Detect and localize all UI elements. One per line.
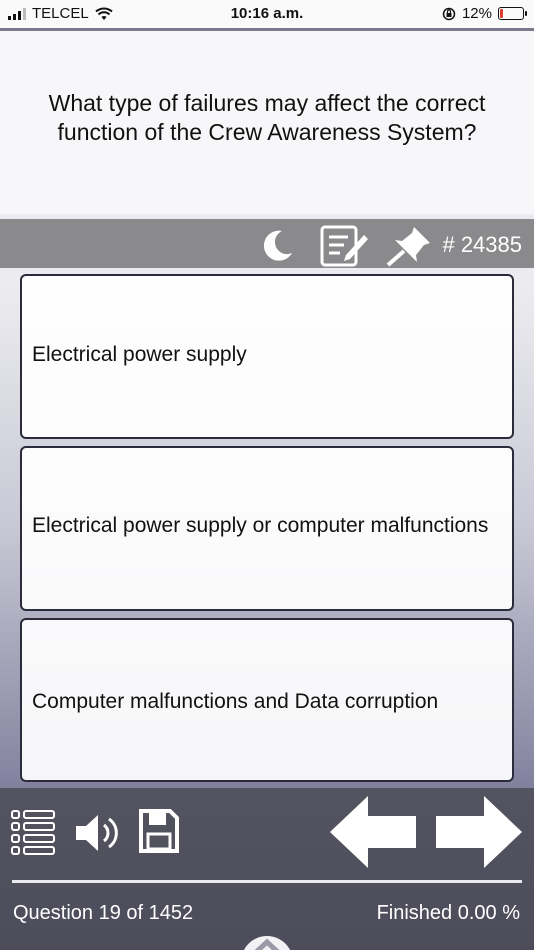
chevron-up-icon[interactable] [238,922,296,950]
bottom-divider [12,880,522,883]
answer-label: Computer malfunctions and Data corruptio… [32,689,439,713]
notes-icon[interactable] [320,225,370,267]
next-arrow-icon[interactable] [434,794,524,870]
answer-label: Electrical power supply or computer malf… [32,514,489,537]
answer-label: Electrical power supply [32,343,247,366]
question-toolbar: # 24385 [0,216,534,268]
list-icon[interactable] [10,808,56,860]
speaker-icon[interactable] [74,810,120,856]
question-text: What type of failures may affect the cor… [48,89,486,145]
answer-option-1[interactable]: Electrical power supply [20,274,514,439]
answer-option-2[interactable]: Electrical power supply or computer malf… [20,446,514,611]
pin-icon[interactable] [384,225,432,267]
question-panel: What type of failures may affect the cor… [0,28,534,214]
answer-option-3[interactable]: Computer malfunctions and Data corruptio… [20,618,514,782]
save-icon[interactable] [138,808,180,854]
moon-icon[interactable] [258,225,298,265]
battery-icon [498,7,527,20]
status-bar: TELCEL 10:16 a.m. 12% [0,0,534,28]
bottom-navigation-bar: Question 19 of 1452 Finished 0.00 % [0,788,534,950]
battery-percent: 12% [461,5,492,22]
question-id: # 24385 [442,232,522,257]
orientation-lock-icon [442,7,456,20]
previous-arrow-icon[interactable] [328,794,418,870]
question-progress: Question 19 of 1452 [13,902,194,924]
status-right: 12% [442,5,527,22]
finished-percent: Finished 0.00 % [376,902,520,924]
